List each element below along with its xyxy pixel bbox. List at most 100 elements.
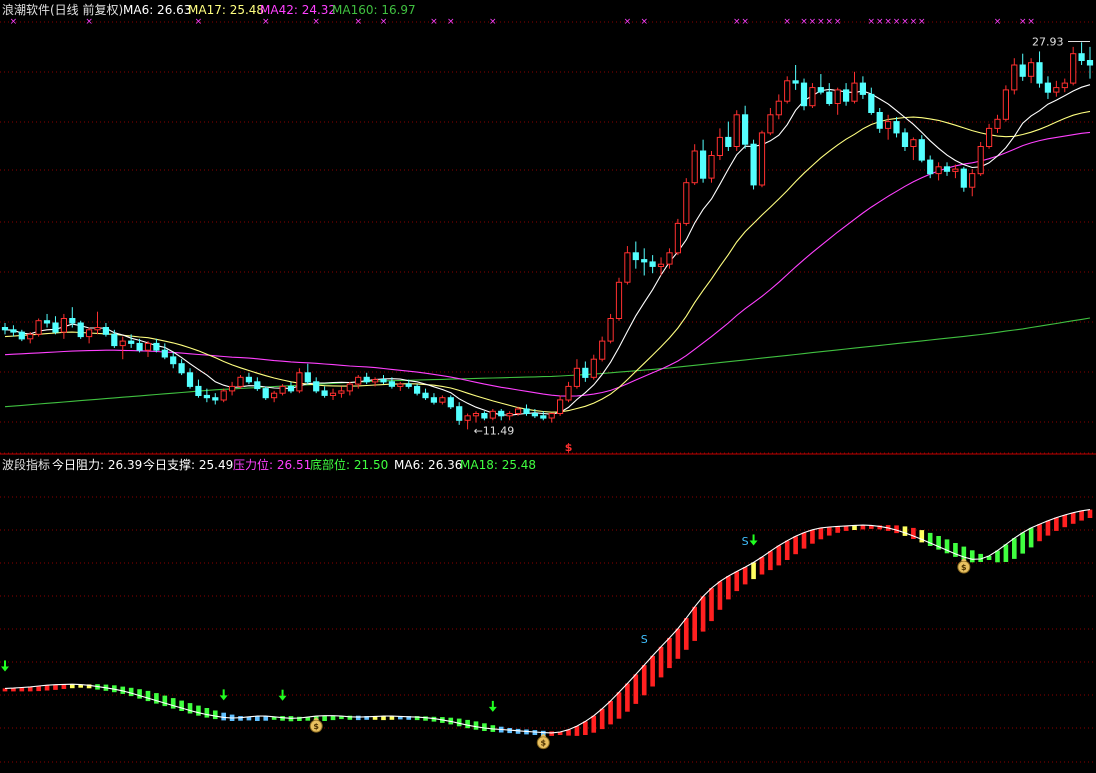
low-marker-label: ←11.49: [474, 425, 515, 438]
candle: [733, 110, 740, 151]
candle-body: [338, 390, 345, 394]
candle-body: [220, 390, 227, 401]
candle: [918, 135, 925, 163]
signal-x-mark: ×: [489, 17, 497, 27]
candle: [767, 108, 774, 136]
candle-body: [809, 87, 816, 107]
candle: [548, 413, 555, 423]
candle: [986, 123, 993, 149]
candle: [960, 166, 967, 192]
signal-x-mark: ×: [430, 17, 438, 27]
candle-body: [969, 173, 976, 188]
moneybag-icon: $: [957, 558, 971, 574]
candle: [708, 151, 715, 183]
candle: [254, 377, 261, 391]
candle: [775, 94, 782, 120]
candle-body: [615, 281, 623, 319]
down-arrow-icon: [749, 534, 758, 546]
candle: [615, 277, 623, 321]
candle-body: [683, 182, 690, 224]
candle: [893, 117, 900, 138]
candle-body: [548, 413, 555, 419]
candle: [1061, 78, 1068, 93]
candle: [1078, 42, 1085, 65]
candle-body: [229, 385, 236, 392]
candle-body: [784, 80, 791, 102]
candle: [456, 402, 463, 425]
signal-x-mark: ×: [994, 17, 1002, 27]
candle-body: [952, 168, 959, 172]
legend-ma6: MA6: 26.63: [123, 3, 191, 17]
candle: [262, 386, 269, 400]
signal-x-mark: ×: [380, 17, 388, 27]
candle-body: [716, 136, 723, 156]
sub-resist: 今日阻力: 26.39: [52, 457, 142, 472]
candle: [1028, 58, 1035, 84]
candle-body: [767, 114, 774, 134]
candle: [111, 329, 118, 348]
chart-grid: [0, 21, 1096, 763]
candle-body: [876, 112, 883, 129]
signal-x-mark: ×: [262, 17, 270, 27]
candle-body: [43, 320, 51, 324]
candle: [144, 341, 152, 357]
candle-body: [632, 252, 639, 261]
signal-x-mark: ×: [800, 17, 808, 27]
candle-body: [599, 340, 606, 360]
candle: [851, 71, 858, 104]
signal-x-mark: ×: [10, 17, 18, 27]
candle: [178, 359, 185, 376]
s-signal-mark: S: [742, 535, 749, 548]
candle: [35, 318, 42, 337]
candle: [809, 83, 816, 108]
candle-body: [430, 397, 437, 403]
candle-body: [868, 93, 875, 114]
sub-pressure: 压力位: 26.51: [233, 457, 311, 472]
candle: [1044, 76, 1052, 99]
candle: [750, 139, 757, 190]
candle: [969, 169, 976, 197]
candle: [304, 363, 311, 385]
candle-body: [557, 399, 564, 414]
candle: [52, 316, 59, 335]
candle-body: [447, 397, 454, 408]
candle-body: [489, 410, 496, 419]
candle-body: [94, 327, 101, 331]
candle-body: [304, 372, 311, 383]
candle: [447, 395, 454, 409]
candle-body: [859, 82, 866, 95]
candle-body: [111, 333, 118, 347]
candle: [464, 413, 471, 430]
candle: [943, 162, 951, 176]
candle: [329, 388, 337, 400]
candle-body: [287, 385, 295, 392]
candle-body: [77, 322, 84, 338]
legend-ma160: MA160: 16.97: [332, 3, 416, 17]
candle: [430, 393, 437, 405]
candle-body: [986, 127, 993, 147]
signal-x-mark: ×: [825, 17, 833, 27]
signal-x-mark: ×: [910, 17, 918, 27]
candle-body: [1019, 64, 1026, 77]
candle-body: [296, 372, 303, 392]
ma6-line: [4, 84, 1091, 416]
candle: [800, 78, 808, 111]
candle-body: [1036, 62, 1043, 84]
candle: [346, 381, 353, 396]
candle: [607, 313, 614, 344]
candle: [691, 144, 698, 185]
candle: [674, 218, 681, 256]
candle-body: [927, 159, 934, 175]
candle-body: [405, 383, 412, 387]
candle-body: [153, 342, 160, 351]
candle: [220, 388, 227, 403]
candle: [77, 320, 84, 339]
legend-ma17: MA17: 25.48: [188, 3, 264, 17]
candle-body: [515, 408, 522, 414]
candle-body: [203, 394, 211, 399]
signal-x-mark: ×: [1027, 17, 1035, 27]
candle-body: [843, 89, 850, 102]
candle: [1019, 53, 1026, 81]
candle: [18, 329, 25, 342]
signal-x-mark: ×: [893, 17, 901, 27]
